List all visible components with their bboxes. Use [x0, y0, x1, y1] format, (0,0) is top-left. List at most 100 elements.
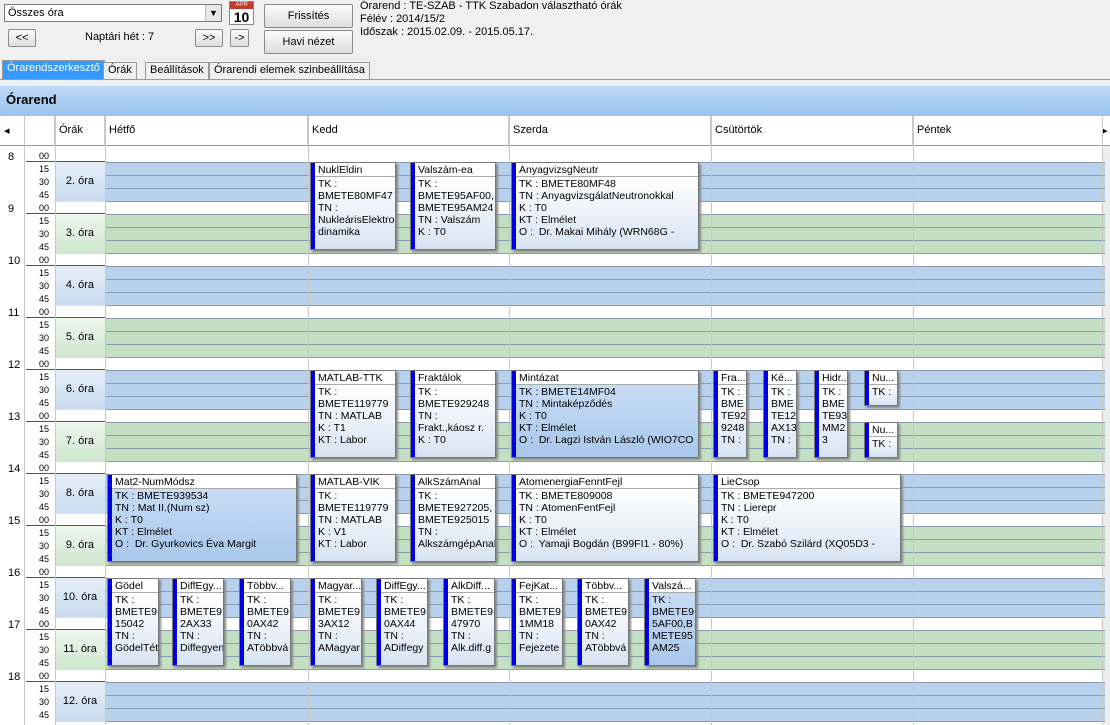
- course-event[interactable]: LieCsop TK : BMETE947200 TN : Lierepr K :…: [713, 474, 901, 562]
- event-title: Többv...: [240, 579, 290, 593]
- calendar-day: 10: [233, 9, 250, 25]
- course-event[interactable]: MATLAB-VIK TK : BMETE119779 TN : MATLAB K…: [310, 474, 396, 562]
- event-title: Fraktálok: [411, 371, 495, 385]
- minute-label: 00: [39, 307, 50, 317]
- event-title: Fra...: [714, 371, 746, 385]
- minute-label: 30: [39, 385, 50, 395]
- quarter-line: [105, 461, 1105, 462]
- course-event[interactable]: AtomenergiaFenntFejl TK : BMETE809008 TN …: [511, 474, 699, 562]
- minute-label: 30: [39, 645, 50, 655]
- minute-label: 00: [39, 671, 50, 681]
- page-title: Órarend: [0, 86, 1110, 116]
- event-title: MATLAB-VIK: [311, 475, 395, 489]
- event-details: TK : BMETE927205, BMETE925015 TN : Alksz…: [411, 489, 495, 561]
- event-color-bar: [512, 579, 516, 665]
- prev-week-button[interactable]: <<: [8, 29, 36, 47]
- hour-label: 15: [8, 515, 21, 527]
- hour-line: [26, 473, 106, 474]
- event-details: TK : BMETE947200 TN : Lierepr K : T0 KT …: [714, 489, 900, 561]
- calendar-icon[interactable]: APR 10: [229, 1, 254, 25]
- hour-line: [26, 681, 106, 682]
- course-event[interactable]: Magyar... TK : BMETE9 3AX12 TN : AMagyar: [310, 578, 362, 666]
- event-details: TK : BME TE92 9248 TN :: [714, 385, 746, 457]
- event-color-bar: [512, 371, 516, 457]
- course-event[interactable]: AlkSzámAnal TK : BMETE927205, BMETE925015…: [410, 474, 496, 562]
- course-event[interactable]: Többv... TK : BMETE9 0AX42 TN : ATöbbvá: [577, 578, 629, 666]
- course-event[interactable]: Nu... TK :: [864, 370, 898, 406]
- course-event[interactable]: Ké... TK : BME TE12 AX13 TN :: [763, 370, 797, 458]
- minute-label: 30: [39, 593, 50, 603]
- minute-label: 45: [39, 346, 50, 356]
- minute-label: 15: [39, 372, 50, 382]
- course-event[interactable]: Gödel TK : BMETE9 15042 TN : GödelTét: [107, 578, 159, 666]
- event-details: TK : BMETE9 0AX42 TN : ATöbbvá: [578, 593, 628, 665]
- course-event[interactable]: AnyagvizsgNeutr TK : BMETE80MF48 TN : Any…: [511, 162, 699, 250]
- course-event[interactable]: Fraktálok TK : BMETE929248 TN : Frakt.,ká…: [410, 370, 496, 458]
- course-event[interactable]: Valszám-ea TK : BMETE95AF00, BMETE95AM24 …: [410, 162, 496, 250]
- event-color-bar: [411, 163, 415, 249]
- minute-label: 45: [39, 710, 50, 720]
- column-divider: [1102, 116, 1103, 725]
- course-event[interactable]: AlkDiff... TK : BMETE9 47970 TN : Alk.dif…: [443, 578, 495, 666]
- lesson-band: [105, 266, 1105, 306]
- column-divider: [24, 116, 25, 725]
- hour-line: [26, 161, 106, 162]
- event-details: TK : BMETE95AF00, BMETE95AM24 TN : Valsz…: [411, 177, 495, 249]
- scroll-left-icon[interactable]: ◂: [0, 116, 24, 146]
- tab-color-settings[interactable]: Órarendi elemek szinbeállítása: [209, 62, 371, 79]
- minute-label: 00: [39, 255, 50, 265]
- next-week-button[interactable]: >>: [195, 29, 223, 47]
- tab-lessons[interactable]: Órák: [103, 62, 137, 79]
- scroll-right-icon[interactable]: ▸: [1102, 116, 1110, 146]
- event-color-bar: [108, 475, 112, 561]
- minute-label: 45: [39, 502, 50, 512]
- quarter-line: [105, 682, 1105, 683]
- tab-timetable-editor[interactable]: Órarendszerkesztő: [2, 60, 105, 79]
- event-color-bar: [311, 579, 315, 665]
- course-event[interactable]: DiffEgy... TK : BMETE9 0AX44 TN : ADiffeg…: [376, 578, 428, 666]
- refresh-button[interactable]: Frissítés: [264, 4, 353, 28]
- event-color-bar: [444, 579, 448, 665]
- quarter-line: [105, 279, 1105, 280]
- course-event[interactable]: Fra... TK : BME TE92 9248 TN :: [713, 370, 747, 458]
- minute-label: 00: [39, 359, 50, 369]
- lesson-label: 8. óra: [55, 474, 105, 514]
- course-event[interactable]: Nu... TK :: [864, 422, 898, 458]
- course-event[interactable]: Hidr... TK : BME TE93 MM2 3: [814, 370, 848, 458]
- chevron-down-icon[interactable]: ▼: [205, 5, 221, 21]
- course-event[interactable]: Valszá... TK : BMETE9 5AF00,B METE95 AM25: [644, 578, 696, 666]
- calendar-month: APR: [230, 2, 253, 9]
- event-color-bar: [512, 475, 516, 561]
- event-color-bar: [411, 371, 415, 457]
- course-event[interactable]: Mat2-NumMódsz TK : BMETE939534 TN : Mat I…: [107, 474, 297, 562]
- quarter-line: [105, 344, 1105, 345]
- course-event[interactable]: Mintázat TK : BMETE14MF04 TN : Mintaképző…: [511, 370, 699, 458]
- timetable-filter-select[interactable]: Összes óra ▼: [4, 4, 222, 22]
- column-divider: [711, 116, 712, 725]
- event-title: AlkSzámAnal: [411, 475, 495, 489]
- event-title: Mintázat: [512, 371, 698, 385]
- hour-label: 16: [8, 567, 21, 579]
- goto-week-button[interactable]: ->: [230, 29, 249, 47]
- course-event[interactable]: DiffEgy... TK : BMETE9 2AX33 TN : Diffegy…: [172, 578, 224, 666]
- course-event[interactable]: FejKat... TK : BMETE9 1MM18 TN : Fejezete: [511, 578, 563, 666]
- course-event[interactable]: MATLAB-TTK TK : BMETE119779 TN : MATLAB K…: [310, 370, 396, 458]
- minute-label: 45: [39, 398, 50, 408]
- quarter-line: [105, 565, 1105, 566]
- monthly-view-button[interactable]: Havi nézet: [264, 30, 353, 54]
- column-divider: [55, 116, 56, 725]
- hour-label: 17: [8, 619, 21, 631]
- course-event[interactable]: NuklEldin TK : BMETE80MF47 TN : Nukleáris…: [310, 162, 396, 250]
- timetable-grid: ◂ Órák Hétfő Kedd Szerda Csütörtök Pénte…: [0, 116, 1110, 725]
- event-details: TK : BMETE9 0AX42 TN : ATöbbvá: [240, 593, 290, 665]
- tab-settings[interactable]: Beállítások: [145, 62, 209, 79]
- event-title: Gödel: [108, 579, 158, 593]
- event-color-bar: [512, 163, 516, 249]
- timetable-name: Órarend : TE-SZAB - TTK Szabadon választ…: [360, 0, 622, 12]
- hour-line: [26, 369, 106, 370]
- event-details: TK : BMETE119779 TN : MATLAB K : V1 KT :…: [311, 489, 395, 561]
- minute-label: 15: [39, 476, 50, 486]
- minute-label: 00: [39, 515, 50, 525]
- course-event[interactable]: Többv... TK : BMETE9 0AX42 TN : ATöbbvá: [239, 578, 291, 666]
- lesson-label: 3. óra: [55, 214, 105, 254]
